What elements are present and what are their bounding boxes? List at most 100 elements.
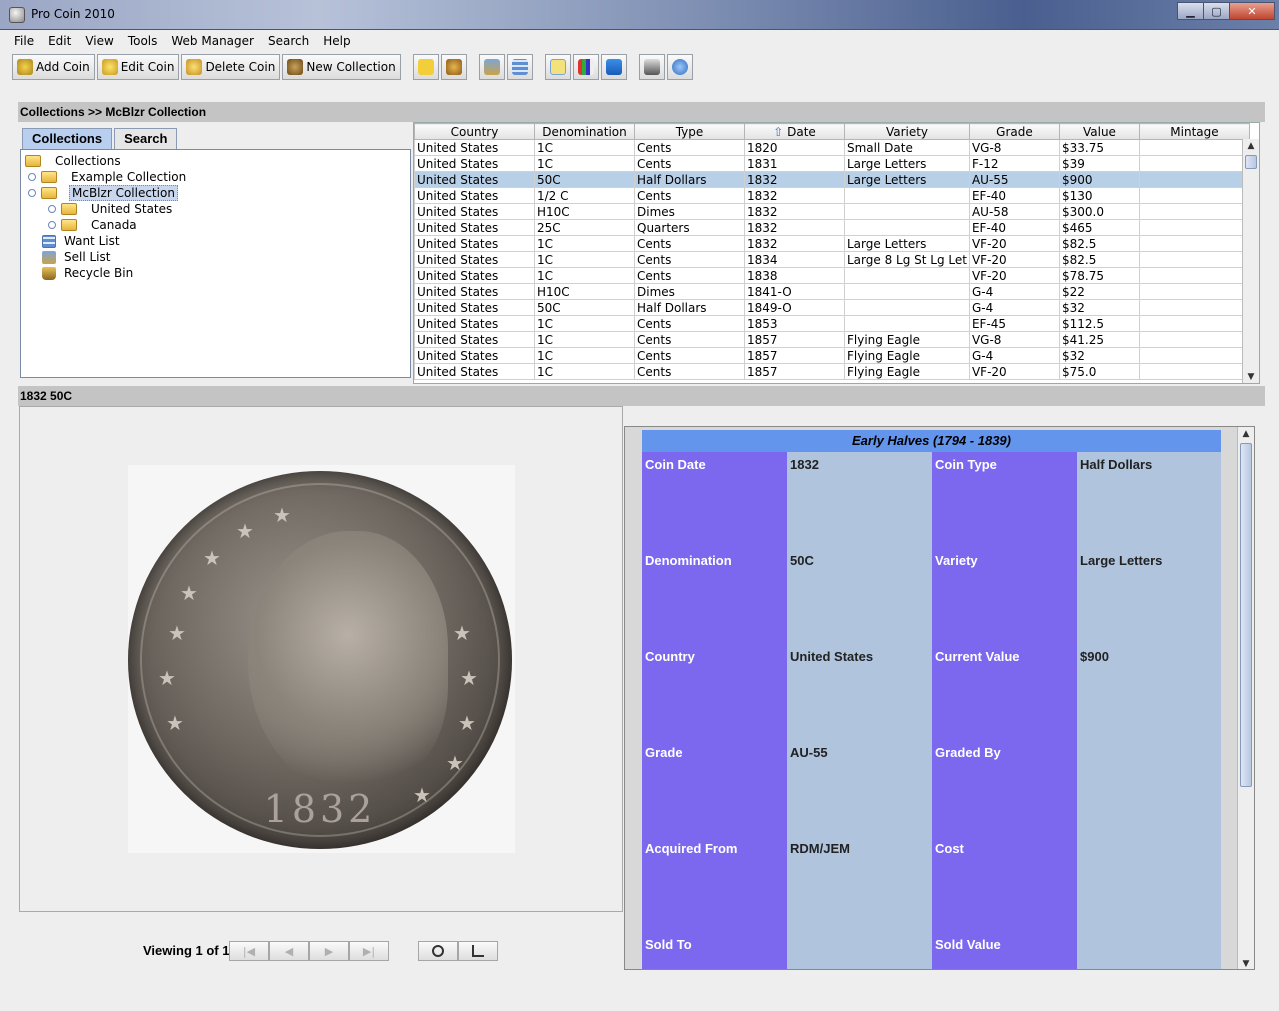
menu-web-manager[interactable]: Web Manager [165, 34, 262, 48]
menu-help[interactable]: Help [317, 34, 358, 48]
note-button[interactable] [544, 54, 571, 80]
table-row[interactable]: United States 1C Cents 1857 Flying Eagle G-4 $… [414, 347, 1250, 364]
scroll-up-icon[interactable]: ▲ [1238, 427, 1254, 441]
toolbar: Add Coin Edit Coin Delete Coin New Colle… [8, 52, 1272, 82]
table-row[interactable]: United States 25C Quarters 1832 EF-40 $465 [414, 219, 1250, 236]
next-image-button[interactable]: ▶ [309, 941, 349, 961]
tree-item-canada[interactable]: Canada [21, 217, 410, 233]
table-row[interactable]: United States 50C Half Dollars 1849-O G-4 $32 [414, 299, 1250, 316]
breadcrumb: Collections >> McBlzr Collection [18, 102, 1265, 122]
table-row[interactable]: United States 1C Cents 1857 Flying Eagle VF-2… [414, 363, 1250, 380]
column-header-label: Grade [996, 124, 1033, 139]
tree-item-collections[interactable]: Collections [21, 153, 410, 169]
table-row[interactable]: United States 1C Cents 1853 EF-45 $112.5 [414, 315, 1250, 332]
new-collection-label: New Collection [306, 60, 396, 74]
table-cell: Cents [634, 235, 745, 252]
help-button[interactable] [666, 54, 693, 80]
table-row[interactable]: United States 1/2 C Cents 1832 EF-40 $130 [414, 187, 1250, 204]
import-button[interactable] [478, 54, 505, 80]
first-image-button[interactable]: |◀ [229, 941, 269, 961]
column-header-variety[interactable]: Variety [844, 123, 970, 140]
column-header-denomination[interactable]: Denomination [534, 123, 635, 140]
table-cell [1138, 219, 1250, 236]
copy-button[interactable] [412, 54, 439, 80]
tab-search[interactable]: Search [114, 128, 178, 149]
table-cell: 1831 [744, 155, 845, 172]
column-header-value[interactable]: Value [1058, 123, 1140, 140]
table-row[interactable]: United States 1C Cents 1820 Small Date VG-8 $3… [414, 139, 1250, 156]
info-field-value [1077, 932, 1221, 969]
table-row[interactable]: United States 1C Cents 1857 Flying Eagle VG-8… [414, 331, 1250, 348]
table-cell [1138, 299, 1250, 316]
scroll-down-icon[interactable]: ▼ [1243, 370, 1259, 383]
tree-label: Recycle Bin [64, 266, 134, 280]
menu-tools[interactable]: Tools [122, 34, 166, 48]
scroll-thumb[interactable] [1245, 155, 1257, 169]
table-cell: $900 [1058, 171, 1140, 188]
folder-open-icon [41, 187, 57, 199]
table-cell [844, 203, 970, 220]
coins-button[interactable] [440, 54, 467, 80]
delete-coin-button[interactable]: Delete Coin [181, 54, 281, 80]
expand-toggle-icon[interactable] [28, 173, 36, 181]
column-header-label: Denomination [542, 124, 627, 139]
web-button[interactable] [600, 54, 627, 80]
table-row[interactable]: United States H10C Dimes 1832 AU-58 $300.0 [414, 203, 1250, 220]
menu-edit[interactable]: Edit [42, 34, 79, 48]
tree-item-recycle-bin[interactable]: Recycle Bin [21, 265, 410, 281]
expand-toggle-icon[interactable] [48, 205, 56, 213]
table-row[interactable]: United States 50C Half Dollars 1832 Large Le… [414, 171, 1250, 188]
menu-view[interactable]: View [79, 34, 121, 48]
tree-item-want-list[interactable]: Want List [21, 233, 410, 249]
minimize-button[interactable]: ▁ [1177, 2, 1204, 20]
table-cell: Flying Eagle [844, 347, 970, 364]
column-header-label: Mintage [1170, 124, 1219, 139]
column-header-label: Type [675, 124, 704, 139]
table-cell: EF-45 [968, 315, 1060, 332]
tree-item-sell-list[interactable]: Sell List [21, 249, 410, 265]
table-cell: VF-20 [968, 235, 1060, 252]
tree-item-mcblzr-collection[interactable]: McBlzr Collection [21, 185, 410, 201]
scroll-thumb[interactable] [1240, 443, 1252, 787]
table-scrollbar[interactable]: ▲ ▼ [1242, 139, 1259, 383]
table-row[interactable]: United States 1C Cents 1831 Large Letters F-1… [414, 155, 1250, 172]
column-header-country[interactable]: Country [414, 123, 535, 140]
tab-collections[interactable]: Collections [22, 128, 113, 149]
print-button[interactable] [638, 54, 665, 80]
table-row[interactable]: United States 1C Cents 1832 Large Letters VF-… [414, 235, 1250, 252]
add-coin-button[interactable]: Add Coin [12, 54, 95, 80]
menu-search[interactable]: Search [262, 34, 317, 48]
chart-button[interactable] [572, 54, 599, 80]
table-cell: 1C [534, 267, 635, 284]
table-row[interactable]: United States 1C Cents 1834 Large 8 Lg St Lg… [414, 251, 1250, 268]
scroll-down-icon[interactable]: ▼ [1238, 957, 1254, 969]
collapse-toggle-icon[interactable] [28, 189, 36, 197]
menu-file[interactable]: File [8, 34, 42, 48]
last-image-button[interactable]: ▶| [349, 941, 389, 961]
table-cell [1138, 283, 1250, 300]
star-icon: ★ [180, 581, 198, 605]
zoom-button[interactable] [418, 941, 458, 961]
column-header-mintage[interactable]: Mintage [1138, 123, 1250, 140]
info-scrollbar[interactable]: ▲ ▼ [1237, 427, 1254, 969]
close-button[interactable]: ✕ [1229, 2, 1275, 20]
table-row[interactable]: United States 1C Cents 1838 VF-20 $78.75 [414, 267, 1250, 284]
tree-item-example-collection[interactable]: Example Collection [21, 169, 410, 185]
column-header-date[interactable]: ⇧ Date [744, 123, 845, 140]
table-cell: $32 [1058, 299, 1140, 316]
crop-button[interactable] [458, 941, 498, 961]
prev-image-button[interactable]: ◀ [269, 941, 309, 961]
maximize-button[interactable]: ▢ [1203, 2, 1230, 20]
new-collection-button[interactable]: New Collection [282, 54, 401, 80]
table-cell: $78.75 [1058, 267, 1140, 284]
column-header-type[interactable]: Type [634, 123, 745, 140]
calendar-button[interactable] [506, 54, 533, 80]
scroll-up-icon[interactable]: ▲ [1243, 139, 1259, 153]
help-icon [671, 59, 688, 75]
table-cell: United States [414, 219, 535, 236]
tree-item-united-states[interactable]: United States [21, 201, 410, 217]
expand-toggle-icon[interactable] [48, 221, 56, 229]
edit-coin-button[interactable]: Edit Coin [96, 54, 180, 80]
table-row[interactable]: United States H10C Dimes 1841-O G-4 $22 [414, 283, 1250, 300]
column-header-grade[interactable]: Grade [968, 123, 1060, 140]
